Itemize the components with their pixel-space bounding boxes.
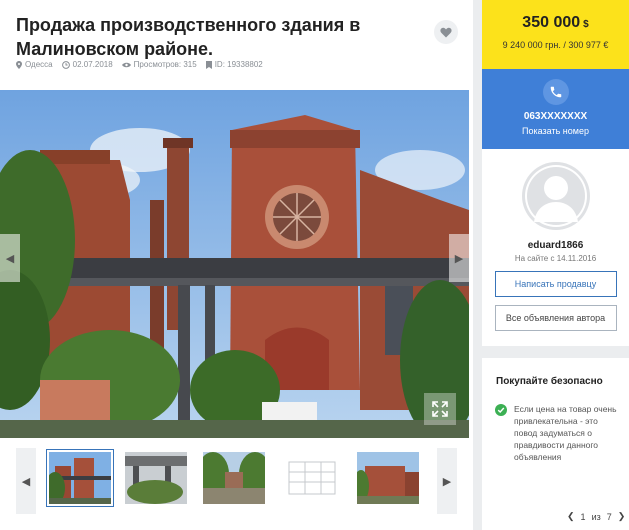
meta-id: ID: 19338802 (205, 60, 263, 69)
pager-prev-button[interactable]: ❮ (567, 511, 575, 522)
check-icon (495, 404, 507, 416)
thumbnail-strip: ◀ ▶ (0, 444, 469, 524)
phone-number: 063XXXXXXX (523, 111, 588, 122)
clock-icon (61, 60, 70, 69)
chevron-right-icon: ▶ (442, 475, 452, 488)
thumbs-prev-button[interactable]: ◀ (16, 448, 36, 514)
location-pin-icon (16, 60, 22, 69)
thumbnail-4[interactable] (281, 452, 343, 504)
chevron-left-icon: ◀ (21, 475, 31, 488)
thumbnail-image (357, 452, 419, 504)
bookmark-icon (205, 60, 212, 69)
thumbnail-2[interactable] (125, 452, 187, 504)
thumbnail-3[interactable] (203, 452, 265, 504)
pager-total: 7 (606, 511, 612, 522)
avatar (521, 162, 590, 230)
price-main: 350 000 $ (482, 14, 629, 32)
phone-icon (542, 79, 569, 105)
safety-tips: Покупайте безопасно Если цена на товар о… (482, 358, 629, 530)
thumbnail-1[interactable] (46, 449, 114, 507)
photo-next-button[interactable]: ▶ (449, 234, 469, 282)
price-currency: $ (583, 19, 589, 30)
listing-meta: Одесса 02.07.2018 Просмотров: 315 ID: 19… (16, 60, 272, 69)
thumbnail-image (49, 452, 111, 504)
heart-icon (440, 27, 452, 37)
pager-of: из (591, 511, 601, 522)
price-converted: 9 240 000 грн. / 300 977 € (502, 40, 609, 50)
seller-username: eduard1866 (527, 240, 584, 251)
safety-title: Покупайте безопасно (496, 376, 603, 387)
photo-prev-button[interactable]: ◀ (0, 234, 20, 282)
expand-photo-button[interactable] (424, 393, 456, 425)
user-silhouette-icon (524, 165, 587, 227)
seller-card: eduard1866 На сайте с 14.11.2016 Написат… (482, 149, 629, 346)
thumbnail-image (281, 452, 343, 504)
meta-id-text: ID: 19338802 (214, 60, 263, 69)
pager-current: 1 (580, 511, 586, 522)
meta-city-text: Одесса (25, 60, 53, 69)
building-photo-image (0, 90, 469, 438)
chevron-left-icon: ◀ (5, 252, 15, 265)
listing-title: Продажа производственного здания в Малин… (16, 15, 361, 59)
expand-icon (432, 401, 448, 417)
price-box: 350 000 $ 9 240 000 грн. / 300 977 € (482, 0, 629, 69)
seller-since: На сайте с 14.11.2016 (514, 254, 597, 263)
safety-pager: ❮ 1 из 7 ❯ (564, 511, 628, 522)
listing-main: Продажа производственного здания в Малин… (0, 0, 473, 530)
meta-date-text: 02.07.2018 (72, 60, 113, 69)
safety-text: Если цена на товар очень привлекательна … (514, 404, 617, 462)
thumbnail-image (203, 452, 265, 504)
write-seller-button[interactable]: Написать продавцу (494, 271, 617, 297)
pager-next-button[interactable]: ❯ (618, 511, 626, 522)
thumbs-next-button[interactable]: ▶ (437, 448, 457, 514)
price-value: 350 000 (522, 14, 581, 31)
thumbnail-5[interactable] (357, 452, 419, 504)
thumbnail-image (125, 452, 187, 504)
all-ads-button[interactable]: Все объявления автора (494, 305, 617, 331)
chevron-right-icon: ▶ (454, 252, 464, 265)
meta-views: Просмотров: 315 (121, 60, 197, 69)
eye-icon (121, 62, 131, 67)
show-number-label: Показать номер (522, 126, 589, 136)
meta-date: 02.07.2018 (61, 60, 113, 69)
meta-city: Одесса (16, 60, 53, 69)
favorite-button[interactable] (434, 20, 458, 44)
main-photo[interactable]: ◀ ▶ (0, 90, 469, 438)
meta-views-text: Просмотров: 315 (133, 60, 197, 69)
show-phone-button[interactable]: 063XXXXXXX Показать номер (482, 69, 629, 149)
